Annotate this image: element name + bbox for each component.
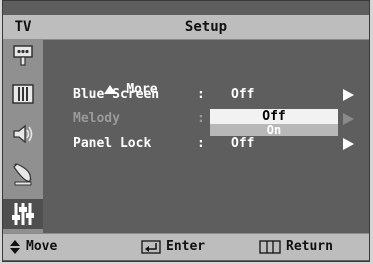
right-arrow-icon <box>343 89 354 101</box>
separator: : <box>197 87 205 102</box>
menu-icon <box>259 240 281 254</box>
right-arrow-icon <box>343 113 354 125</box>
separator: : <box>197 136 205 151</box>
more-item[interactable]: More <box>73 60 158 97</box>
blue-screen-value: Off <box>231 87 255 102</box>
panel-lock-value: Off <box>231 136 255 151</box>
move-hint: Move <box>9 234 57 260</box>
dropdown-option-on[interactable]: On <box>210 124 338 136</box>
enter-icon <box>141 240 161 254</box>
right-arrow-icon <box>343 138 354 150</box>
osd-window: TV Setup More Blue Screen: Off Melody:… <box>2 0 370 262</box>
up-down-icon <box>10 240 20 254</box>
return-hint: Return <box>259 234 333 260</box>
move-label: Move <box>26 239 58 254</box>
menu-item-melody: Melody <box>73 111 120 126</box>
picture-icon[interactable] <box>7 79 39 109</box>
sound-icon[interactable] <box>7 119 39 149</box>
page-title: Setup <box>184 19 228 35</box>
menu-item-blue-screen[interactable]: Blue Screen <box>73 85 159 105</box>
source-label: TV <box>14 19 32 35</box>
dropdown-option-off[interactable]: Off <box>210 109 338 124</box>
footer-bar: Move Enter Return <box>3 233 369 260</box>
enter-hint: Enter <box>141 234 205 260</box>
setup-icon[interactable] <box>3 199 43 229</box>
return-label: Return <box>286 239 333 254</box>
separator: : <box>197 111 205 126</box>
header-bar: TV Setup <box>3 15 369 40</box>
input-icon[interactable] <box>7 41 39 71</box>
menu-icon-column <box>3 39 43 233</box>
enter-label: Enter <box>166 239 206 254</box>
menu-item-panel-lock[interactable]: Panel Lock <box>73 134 151 154</box>
channel-icon[interactable] <box>7 159 39 189</box>
